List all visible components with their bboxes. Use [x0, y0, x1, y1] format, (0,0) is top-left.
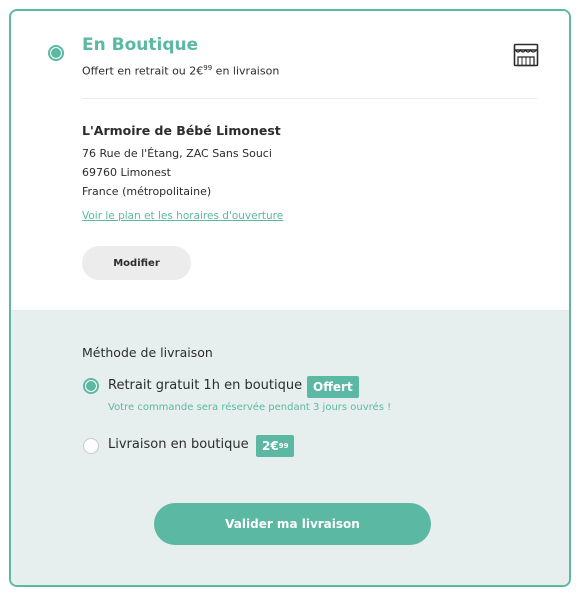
delivery-option-title: En Boutique: [82, 35, 199, 55]
store-address-line2: 69760 Limonest: [82, 166, 171, 179]
store-address-line3: France (métropolitaine): [82, 185, 212, 198]
delivery-card: En Boutique Offert en retrait ou 2€99 en…: [9, 9, 571, 587]
store-address-line1: 76 Rue de l'Étang, ZAC Sans Souci: [82, 147, 272, 160]
delivery-method-section: Méthode de livraison Retrait gratuit 1h …: [11, 310, 569, 585]
price-badge: 2€ 99: [256, 435, 295, 457]
section-divider: [82, 98, 537, 99]
en-boutique-radio[interactable]: [48, 45, 64, 61]
modify-button[interactable]: Modifier: [82, 246, 191, 280]
livraison-boutique-label[interactable]: Livraison en boutique: [108, 437, 249, 452]
reservation-note: Votre commande sera réservée pendant 3 j…: [108, 402, 392, 413]
store-name: L'Armoire de Bébé Limonest: [82, 123, 281, 138]
retrait-gratuit-label[interactable]: Retrait gratuit 1h en boutique: [108, 378, 302, 393]
store-pickup-section: En Boutique Offert en retrait ou 2€99 en…: [11, 11, 569, 310]
method-title: Méthode de livraison: [82, 345, 213, 360]
map-hours-link[interactable]: Voir le plan et les horaires d'ouverture: [82, 210, 283, 222]
validate-delivery-button[interactable]: Valider ma livraison: [154, 503, 431, 545]
delivery-option-subtitle: Offert en retrait ou 2€99 en livraison: [82, 64, 280, 78]
store-icon: [513, 43, 539, 67]
livraison-boutique-radio[interactable]: [83, 438, 99, 454]
offert-badge: Offert: [307, 376, 359, 398]
retrait-gratuit-radio[interactable]: [83, 378, 99, 394]
